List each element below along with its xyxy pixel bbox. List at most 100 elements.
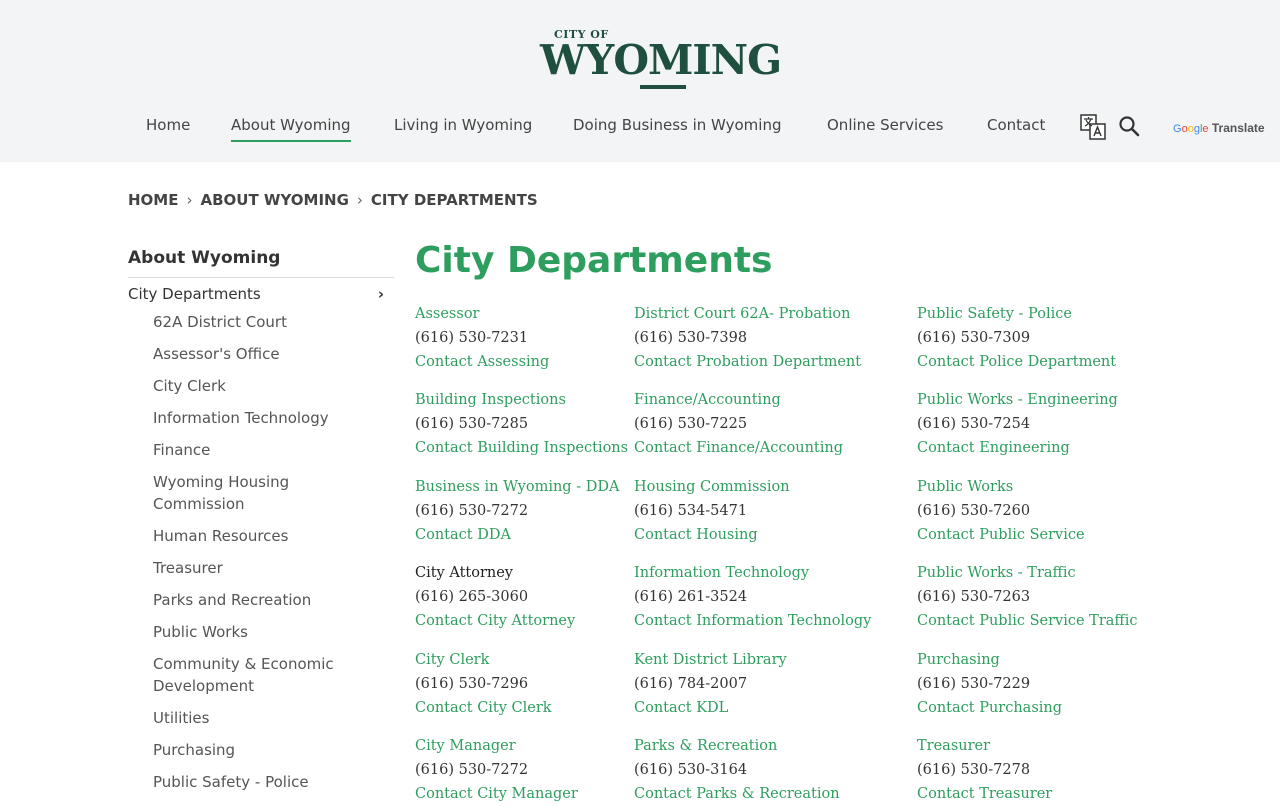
department-name[interactable]: Treasurer [917,734,1052,758]
department-card: City Clerk (616) 530-7296 Contact City Cle… [415,648,552,720]
sidebar-item-city-clerk[interactable]: City Clerk [128,375,394,397]
sidebar-item-parks-and-recreation[interactable]: Parks and Recreation [128,589,394,611]
nav-doing-business[interactable]: Doing Business in Wyoming [573,116,781,134]
department-name[interactable]: Assessor [415,302,549,326]
department-phone: (616) 530-7263 [917,589,1031,605]
department-name[interactable]: Information Technology [634,561,871,585]
breadcrumb-separator: › [186,191,193,209]
department-contact-link[interactable]: Contact Assessing [415,350,549,374]
sidebar-item-62a-district-court[interactable]: 62A District Court [128,311,394,333]
department-phone: (616) 530-7229 [917,676,1031,692]
sidebar-item-utilities[interactable]: Utilities [128,707,394,729]
department-phone: (616) 530-7260 [917,503,1031,519]
department-phone: (616) 530-7278 [917,762,1031,778]
department-name[interactable]: City Manager [415,734,578,758]
department-card: City Manager (616) 530-7272 Contact City M… [415,734,578,806]
sidebar-item-finance[interactable]: Finance [128,439,394,461]
breadcrumb-separator: › [356,191,363,209]
department-contact-link[interactable]: Contact Housing [634,523,790,547]
department-card: Public Works - Engineering (616) 530-7254… [917,388,1118,460]
sidebar-item-human-resources[interactable]: Human Resources [128,525,394,547]
sidebar-item-public-safety-police[interactable]: Public Safety - Police [128,771,394,793]
department-phone: (616) 265-3060 [415,589,529,605]
sidebar-item-community-economic-development[interactable]: Community & Economic Development [128,653,358,697]
breadcrumb-home[interactable]: HOME [128,191,178,209]
department-name[interactable]: Public Works - Traffic [917,561,1137,585]
department-name[interactable]: Parks & Recreation [634,734,840,758]
translate-icon[interactable] [1080,114,1106,140]
department-card: Public Works (616) 530-7260 Contact Public… [917,475,1085,547]
sidebar-current-label: City Departments [128,285,261,303]
department-card: Treasurer (616) 530-7278 Contact Treasurer [917,734,1052,806]
logo-underline [640,85,686,89]
department-contact-link[interactable]: Contact Finance/Accounting [634,436,843,460]
department-phone: (616) 534-5471 [634,503,748,519]
department-name[interactable]: Public Safety - Police [917,302,1116,326]
department-card: Kent District Library (616) 784-2007 Conta… [634,648,787,720]
department-phone: (616) 530-7285 [415,416,529,432]
department-name[interactable]: Finance/Accounting [634,388,843,412]
department-card: Parks & Recreation (616) 530-3164 Contact … [634,734,840,806]
department-card: City Attorney (616) 265-3060 Contact City … [415,561,575,633]
department-contact-link[interactable]: Contact Purchasing [917,696,1062,720]
department-card: Information Technology (616) 261-3524 Cont… [634,561,871,633]
department-contact-link[interactable]: Contact DDA [415,523,619,547]
department-contact-link[interactable]: Contact Building Inspections [415,436,628,460]
department-phone: (616) 530-7254 [917,416,1031,432]
sidebar-item-treasurer[interactable]: Treasurer [128,557,394,579]
department-phone: (616) 530-7398 [634,330,748,346]
breadcrumb-current: CITY DEPARTMENTS [370,191,538,209]
department-name[interactable]: Public Works - Engineering [917,388,1118,412]
department-phone: (616) 530-7296 [415,676,529,692]
department-contact-link[interactable]: Contact Treasurer [917,782,1052,806]
department-phone: (616) 530-7272 [415,503,529,519]
department-contact-link[interactable]: Contact Information Technology [634,609,871,633]
sidebar-item-housing-commission[interactable]: Wyoming Housing Commission [128,471,328,515]
department-name[interactable]: Purchasing [917,648,1062,672]
search-icon[interactable] [1118,115,1140,137]
department-card: Business in Wyoming - DDA (616) 530-7272 C… [415,475,619,547]
department-card: Public Safety - Police (616) 530-7309 Cont… [917,302,1116,374]
department-contact-link[interactable]: Contact City Clerk [415,696,552,720]
sidebar-item-public-works[interactable]: Public Works [128,621,394,643]
nav-home[interactable]: Home [146,116,190,134]
department-name[interactable]: Business in Wyoming - DDA [415,475,619,499]
sidebar-current-section[interactable]: City Departments › [128,285,394,309]
department-name[interactable]: Kent District Library [634,648,787,672]
department-phone: (616) 530-7309 [917,330,1031,346]
sidebar-item-purchasing[interactable]: Purchasing [128,739,394,761]
department-contact-link[interactable]: Contact Parks & Recreation [634,782,840,806]
department-name[interactable]: Housing Commission [634,475,790,499]
nav-about-wyoming[interactable]: About Wyoming [231,116,351,142]
chevron-right-icon: › [377,285,384,303]
department-contact-link[interactable]: Contact Public Service Traffic [917,609,1137,633]
department-name[interactable]: Building Inspections [415,388,628,412]
city-logo[interactable]: CITY OF WYOMING [540,28,782,94]
nav-contact[interactable]: Contact [987,116,1045,134]
department-card: Housing Commission (616) 534-5471 Contact … [634,475,790,547]
department-contact-link[interactable]: Contact Public Service [917,523,1085,547]
nav-living-in-wyoming[interactable]: Living in Wyoming [394,116,532,134]
department-card: Building Inspections (616) 530-7285 Contac… [415,388,628,460]
department-contact-link[interactable]: Contact City Manager [415,782,578,806]
department-name[interactable]: City Clerk [415,648,552,672]
department-name[interactable]: District Court 62A- Probation [634,302,861,326]
department-contact-link[interactable]: Contact Probation Department [634,350,861,374]
department-card: Purchasing (616) 530-7229 Contact Purchasi… [917,648,1062,720]
department-phone: (616) 530-3164 [634,762,748,778]
department-card: Finance/Accounting (616) 530-7225 Contact … [634,388,843,460]
sidebar-item-assessors-office[interactable]: Assessor's Office [128,343,394,365]
department-contact-link[interactable]: Contact Police Department [917,350,1116,374]
nav-online-services[interactable]: Online Services [827,116,943,134]
department-card: District Court 62A- Probation (616) 530-7… [634,302,861,374]
department-contact-link[interactable]: Contact Engineering [917,436,1118,460]
breadcrumb-about[interactable]: ABOUT WYOMING [200,191,348,209]
sidebar-title[interactable]: About Wyoming [128,248,394,278]
department-contact-link[interactable]: Contact City Attorney [415,609,575,633]
department-contact-link[interactable]: Contact KDL [634,696,787,720]
department-name[interactable]: Public Works [917,475,1085,499]
google-translate-widget[interactable]: Google Translate [1173,121,1265,135]
department-phone: (616) 261-3524 [634,589,748,605]
sidebar-item-information-technology[interactable]: Information Technology [128,407,394,429]
breadcrumb: HOME › ABOUT WYOMING › CITY DEPARTMENTS [128,191,538,209]
